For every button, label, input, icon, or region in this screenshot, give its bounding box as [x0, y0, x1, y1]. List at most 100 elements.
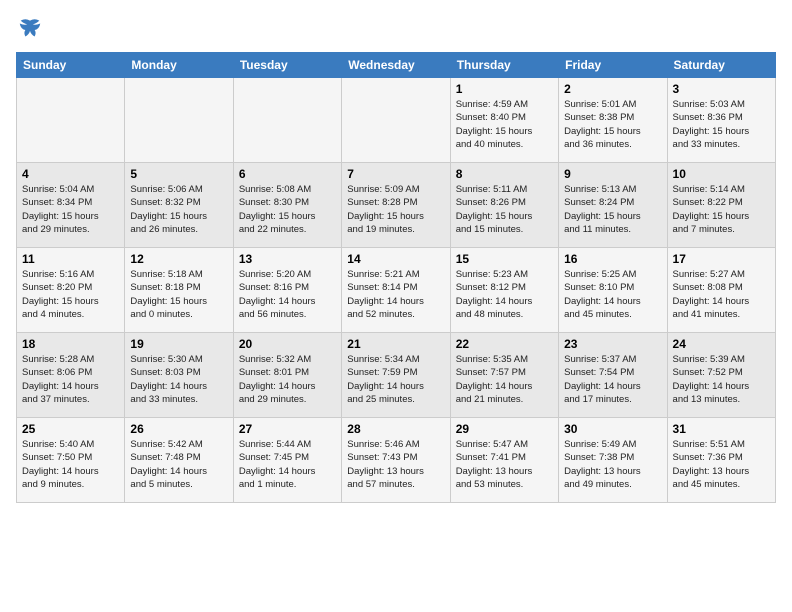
calendar-cell: 8 Sunrise: 5:11 AM Sunset: 8:26 PM Daylig…	[450, 163, 558, 248]
day-number: 7	[347, 167, 444, 181]
calendar-cell: 11 Sunrise: 5:16 AM Sunset: 8:20 PM Dayli…	[17, 248, 125, 333]
header-sunday: Sunday	[17, 53, 125, 78]
calendar-cell: 20Sunrise: 5:32 AM Sunset: 8:01 PM Dayli…	[233, 333, 341, 418]
calendar-cell: 16Sunrise: 5:25 AM Sunset: 8:10 PM Dayli…	[559, 248, 667, 333]
day-number: 31	[673, 422, 770, 436]
day-info: Sunrise: 5:39 AM Sunset: 7:52 PM Dayligh…	[673, 353, 770, 406]
day-info: Sunrise: 5:14 AM Sunset: 8:22 PM Dayligh…	[673, 183, 770, 236]
header-saturday: Saturday	[667, 53, 775, 78]
calendar-cell: 9 Sunrise: 5:13 AM Sunset: 8:24 PM Daylig…	[559, 163, 667, 248]
day-info: Sunrise: 5:51 AM Sunset: 7:36 PM Dayligh…	[673, 438, 770, 491]
logo-bird-icon	[16, 16, 44, 44]
day-info: Sunrise: 5:18 AM Sunset: 8:18 PM Dayligh…	[130, 268, 227, 321]
calendar-cell	[233, 78, 341, 163]
calendar-cell: 15 Sunrise: 5:23 AM Sunset: 8:12 PM Dayli…	[450, 248, 558, 333]
day-number: 17	[673, 252, 770, 266]
calendar-cell: 7Sunrise: 5:09 AM Sunset: 8:28 PM Daylig…	[342, 163, 450, 248]
day-info: Sunrise: 5:23 AM Sunset: 8:12 PM Dayligh…	[456, 268, 553, 321]
day-info: Sunrise: 5:21 AM Sunset: 8:14 PM Dayligh…	[347, 268, 444, 321]
calendar-cell: 18 Sunrise: 5:28 AM Sunset: 8:06 PM Dayli…	[17, 333, 125, 418]
calendar-table: SundayMondayTuesdayWednesdayThursdayFrid…	[16, 52, 776, 503]
day-number: 26	[130, 422, 227, 436]
day-info: Sunrise: 5:27 AM Sunset: 8:08 PM Dayligh…	[673, 268, 770, 321]
logo	[16, 16, 48, 44]
page-header	[16, 16, 776, 44]
header-tuesday: Tuesday	[233, 53, 341, 78]
calendar-cell: 6 Sunrise: 5:08 AM Sunset: 8:30 PM Daylig…	[233, 163, 341, 248]
day-info: Sunrise: 5:37 AM Sunset: 7:54 PM Dayligh…	[564, 353, 661, 406]
calendar-cell: 29 Sunrise: 5:47 AM Sunset: 7:41 PM Dayli…	[450, 418, 558, 503]
day-number: 21	[347, 337, 444, 351]
day-number: 2	[564, 82, 661, 96]
day-info: Sunrise: 5:11 AM Sunset: 8:26 PM Dayligh…	[456, 183, 553, 236]
calendar-header: SundayMondayTuesdayWednesdayThursdayFrid…	[17, 53, 776, 78]
week-row-5: 25 Sunrise: 5:40 AM Sunset: 7:50 PM Dayli…	[17, 418, 776, 503]
day-number: 9	[564, 167, 661, 181]
day-number: 29	[456, 422, 553, 436]
day-number: 6	[239, 167, 336, 181]
day-info: Sunrise: 5:08 AM Sunset: 8:30 PM Dayligh…	[239, 183, 336, 236]
day-info: Sunrise: 5:03 AM Sunset: 8:36 PM Dayligh…	[673, 98, 770, 151]
day-number: 18	[22, 337, 119, 351]
day-number: 1	[456, 82, 553, 96]
day-info: Sunrise: 5:35 AM Sunset: 7:57 PM Dayligh…	[456, 353, 553, 406]
calendar-cell: 28 Sunrise: 5:46 AM Sunset: 7:43 PM Dayli…	[342, 418, 450, 503]
calendar-cell: 31 Sunrise: 5:51 AM Sunset: 7:36 PM Dayli…	[667, 418, 775, 503]
day-number: 30	[564, 422, 661, 436]
day-number: 16	[564, 252, 661, 266]
day-info: Sunrise: 5:42 AM Sunset: 7:48 PM Dayligh…	[130, 438, 227, 491]
calendar-cell: 24 Sunrise: 5:39 AM Sunset: 7:52 PM Dayli…	[667, 333, 775, 418]
day-number: 11	[22, 252, 119, 266]
calendar-cell: 12Sunrise: 5:18 AM Sunset: 8:18 PM Dayli…	[125, 248, 233, 333]
day-info: Sunrise: 5:34 AM Sunset: 7:59 PM Dayligh…	[347, 353, 444, 406]
day-number: 3	[673, 82, 770, 96]
day-info: Sunrise: 5:49 AM Sunset: 7:38 PM Dayligh…	[564, 438, 661, 491]
day-info: Sunrise: 5:44 AM Sunset: 7:45 PM Dayligh…	[239, 438, 336, 491]
calendar-cell: 13Sunrise: 5:20 AM Sunset: 8:16 PM Dayli…	[233, 248, 341, 333]
day-number: 15	[456, 252, 553, 266]
week-row-3: 11 Sunrise: 5:16 AM Sunset: 8:20 PM Dayli…	[17, 248, 776, 333]
day-number: 20	[239, 337, 336, 351]
week-row-1: 1Sunrise: 4:59 AM Sunset: 8:40 PM Daylig…	[17, 78, 776, 163]
week-row-2: 4Sunrise: 5:04 AM Sunset: 8:34 PM Daylig…	[17, 163, 776, 248]
day-number: 19	[130, 337, 227, 351]
calendar-cell: 5Sunrise: 5:06 AM Sunset: 8:32 PM Daylig…	[125, 163, 233, 248]
calendar-cell: 2 Sunrise: 5:01 AM Sunset: 8:38 PM Daylig…	[559, 78, 667, 163]
day-info: Sunrise: 5:16 AM Sunset: 8:20 PM Dayligh…	[22, 268, 119, 321]
header-monday: Monday	[125, 53, 233, 78]
calendar-cell: 19Sunrise: 5:30 AM Sunset: 8:03 PM Dayli…	[125, 333, 233, 418]
day-info: Sunrise: 5:13 AM Sunset: 8:24 PM Dayligh…	[564, 183, 661, 236]
day-number: 8	[456, 167, 553, 181]
day-info: Sunrise: 5:28 AM Sunset: 8:06 PM Dayligh…	[22, 353, 119, 406]
day-number: 23	[564, 337, 661, 351]
header-thursday: Thursday	[450, 53, 558, 78]
calendar-cell: 17 Sunrise: 5:27 AM Sunset: 8:08 PM Dayli…	[667, 248, 775, 333]
day-number: 10	[673, 167, 770, 181]
calendar-cell: 4Sunrise: 5:04 AM Sunset: 8:34 PM Daylig…	[17, 163, 125, 248]
calendar-cell: 21 Sunrise: 5:34 AM Sunset: 7:59 PM Dayli…	[342, 333, 450, 418]
day-info: Sunrise: 5:47 AM Sunset: 7:41 PM Dayligh…	[456, 438, 553, 491]
week-row-4: 18 Sunrise: 5:28 AM Sunset: 8:06 PM Dayli…	[17, 333, 776, 418]
day-number: 13	[239, 252, 336, 266]
calendar-cell: 26 Sunrise: 5:42 AM Sunset: 7:48 PM Dayli…	[125, 418, 233, 503]
day-number: 25	[22, 422, 119, 436]
calendar-cell: 23 Sunrise: 5:37 AM Sunset: 7:54 PM Dayli…	[559, 333, 667, 418]
calendar-cell	[125, 78, 233, 163]
calendar-cell: 25 Sunrise: 5:40 AM Sunset: 7:50 PM Dayli…	[17, 418, 125, 503]
calendar-cell: 3 Sunrise: 5:03 AM Sunset: 8:36 PM Daylig…	[667, 78, 775, 163]
day-info: Sunrise: 5:40 AM Sunset: 7:50 PM Dayligh…	[22, 438, 119, 491]
day-number: 28	[347, 422, 444, 436]
day-number: 24	[673, 337, 770, 351]
day-number: 27	[239, 422, 336, 436]
day-info: Sunrise: 5:06 AM Sunset: 8:32 PM Dayligh…	[130, 183, 227, 236]
calendar-body: 1Sunrise: 4:59 AM Sunset: 8:40 PM Daylig…	[17, 78, 776, 503]
calendar-cell: 14Sunrise: 5:21 AM Sunset: 8:14 PM Dayli…	[342, 248, 450, 333]
calendar-cell	[342, 78, 450, 163]
calendar-cell: 22 Sunrise: 5:35 AM Sunset: 7:57 PM Dayli…	[450, 333, 558, 418]
day-info: Sunrise: 5:01 AM Sunset: 8:38 PM Dayligh…	[564, 98, 661, 151]
calendar-cell: 10 Sunrise: 5:14 AM Sunset: 8:22 PM Dayli…	[667, 163, 775, 248]
calendar-cell	[17, 78, 125, 163]
day-info: Sunrise: 5:46 AM Sunset: 7:43 PM Dayligh…	[347, 438, 444, 491]
day-number: 22	[456, 337, 553, 351]
day-info: Sunrise: 5:04 AM Sunset: 8:34 PM Dayligh…	[22, 183, 119, 236]
